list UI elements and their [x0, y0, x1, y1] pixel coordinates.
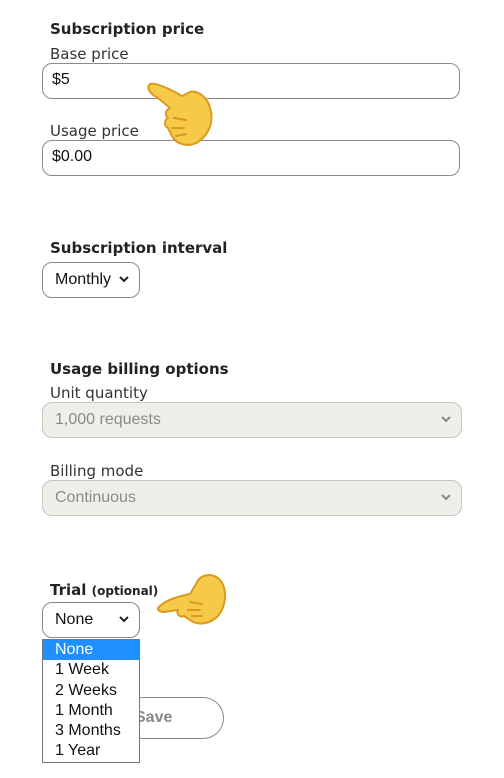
usage-price-input[interactable]: $0.00: [42, 140, 460, 176]
trial-heading: Trial (optional): [50, 581, 158, 599]
subscription-interval-heading: Subscription interval: [50, 239, 228, 257]
pointing-hand-icon: [156, 574, 226, 625]
trial-select[interactable]: None: [42, 602, 140, 638]
chevron-down-icon: [117, 263, 131, 297]
trial-optional-note: (optional): [91, 584, 159, 598]
billing-mode-select: Continuous: [42, 480, 462, 516]
subscription-price-heading: Subscription price: [50, 20, 205, 38]
unit-quantity-select: 1,000 requests: [42, 402, 462, 438]
interval-selected-value: Monthly: [55, 271, 112, 288]
trial-heading-text: Trial: [50, 581, 87, 599]
chevron-down-icon: [439, 403, 453, 437]
unit-quantity-label: Unit quantity: [50, 384, 148, 402]
usage-billing-heading: Usage billing options: [50, 360, 229, 378]
base-price-input[interactable]: $5: [42, 63, 460, 99]
trial-dropdown-list[interactable]: None 1 Week 2 Weeks 1 Month 3 Months 1 Y…: [42, 639, 140, 763]
unit-quantity-value: 1,000 requests: [55, 411, 161, 428]
chevron-down-icon: [439, 481, 453, 515]
trial-option-2-weeks[interactable]: 2 Weeks: [43, 681, 139, 701]
billing-mode-label: Billing mode: [50, 462, 144, 480]
trial-option-1-year[interactable]: 1 Year: [43, 741, 139, 761]
billing-mode-value: Continuous: [55, 489, 136, 506]
base-price-label: Base price: [50, 45, 129, 63]
chevron-down-icon: [117, 603, 131, 637]
trial-option-3-months[interactable]: 3 Months: [43, 721, 139, 741]
trial-selected-value: None: [55, 611, 94, 628]
trial-option-none[interactable]: None: [43, 640, 139, 661]
trial-option-1-month[interactable]: 1 Month: [43, 701, 139, 721]
trial-option-1-week[interactable]: 1 Week: [43, 660, 139, 680]
usage-price-label: Usage price: [50, 122, 139, 140]
pointing-hand-icon: [147, 82, 213, 146]
interval-select[interactable]: Monthly: [42, 262, 140, 298]
